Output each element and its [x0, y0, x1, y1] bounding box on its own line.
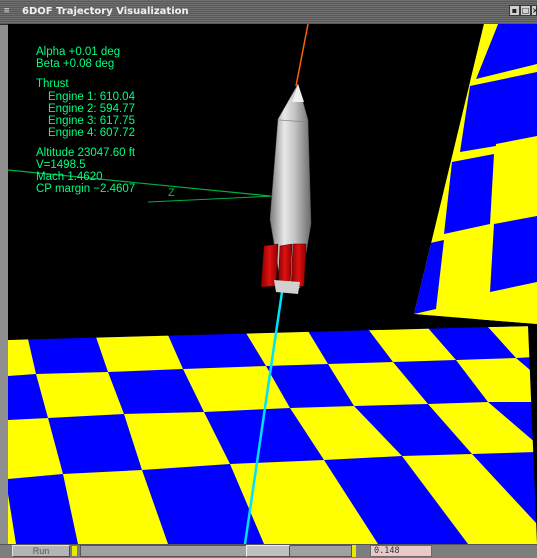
minimize-button[interactable]: ▪ [509, 5, 520, 16]
hud-mach: Mach 1.4620 [36, 171, 103, 183]
hud-engine-4: Engine 4: 607.72 [48, 127, 135, 139]
window-menu-icon[interactable]: ≡ [4, 6, 18, 16]
hud-cp-margin: CP margin −2.4607 [36, 183, 136, 195]
slider-thumb[interactable] [246, 545, 290, 557]
run-button[interactable]: Run [12, 545, 70, 557]
hud-velocity: V=1498.5 [36, 159, 86, 171]
axis-z-label: Z [168, 187, 175, 199]
hud-beta: Beta +0.08 deg [36, 58, 115, 70]
slider-end-marker [352, 545, 356, 557]
maximize-button[interactable]: □ [520, 5, 531, 16]
title-bar[interactable]: ≡ 6DOF Trajectory Visualization ▪ □ × [0, 0, 537, 25]
hud-altitude: Altitude 23047.60 ft [36, 147, 136, 159]
rocket-model [260, 83, 312, 294]
3d-viewport[interactable]: Z Alpha +0.01 deg Beta +0.08 deg Thrust … [8, 24, 537, 544]
time-slider[interactable] [80, 545, 352, 557]
run-indicator [71, 545, 78, 557]
hud-engine-3: Engine 3: 617.75 [48, 115, 135, 127]
time-value-field[interactable]: 0.148 [370, 545, 432, 557]
hud-alpha: Alpha +0.01 deg [36, 46, 121, 58]
close-button[interactable]: × [531, 5, 537, 16]
control-bar: Run 0.148 [0, 544, 537, 558]
app-window: ≡ 6DOF Trajectory Visualization ▪ □ × Z … [0, 0, 537, 558]
window-title: 6DOF Trajectory Visualization [22, 6, 189, 17]
checkered-wall [414, 24, 537, 324]
nose-trail [295, 24, 309, 87]
hud-engine-1: Engine 1: 610.04 [48, 91, 135, 103]
hud-engine-2: Engine 2: 594.77 [48, 103, 135, 115]
hud-thrust-label: Thrust [36, 78, 69, 90]
